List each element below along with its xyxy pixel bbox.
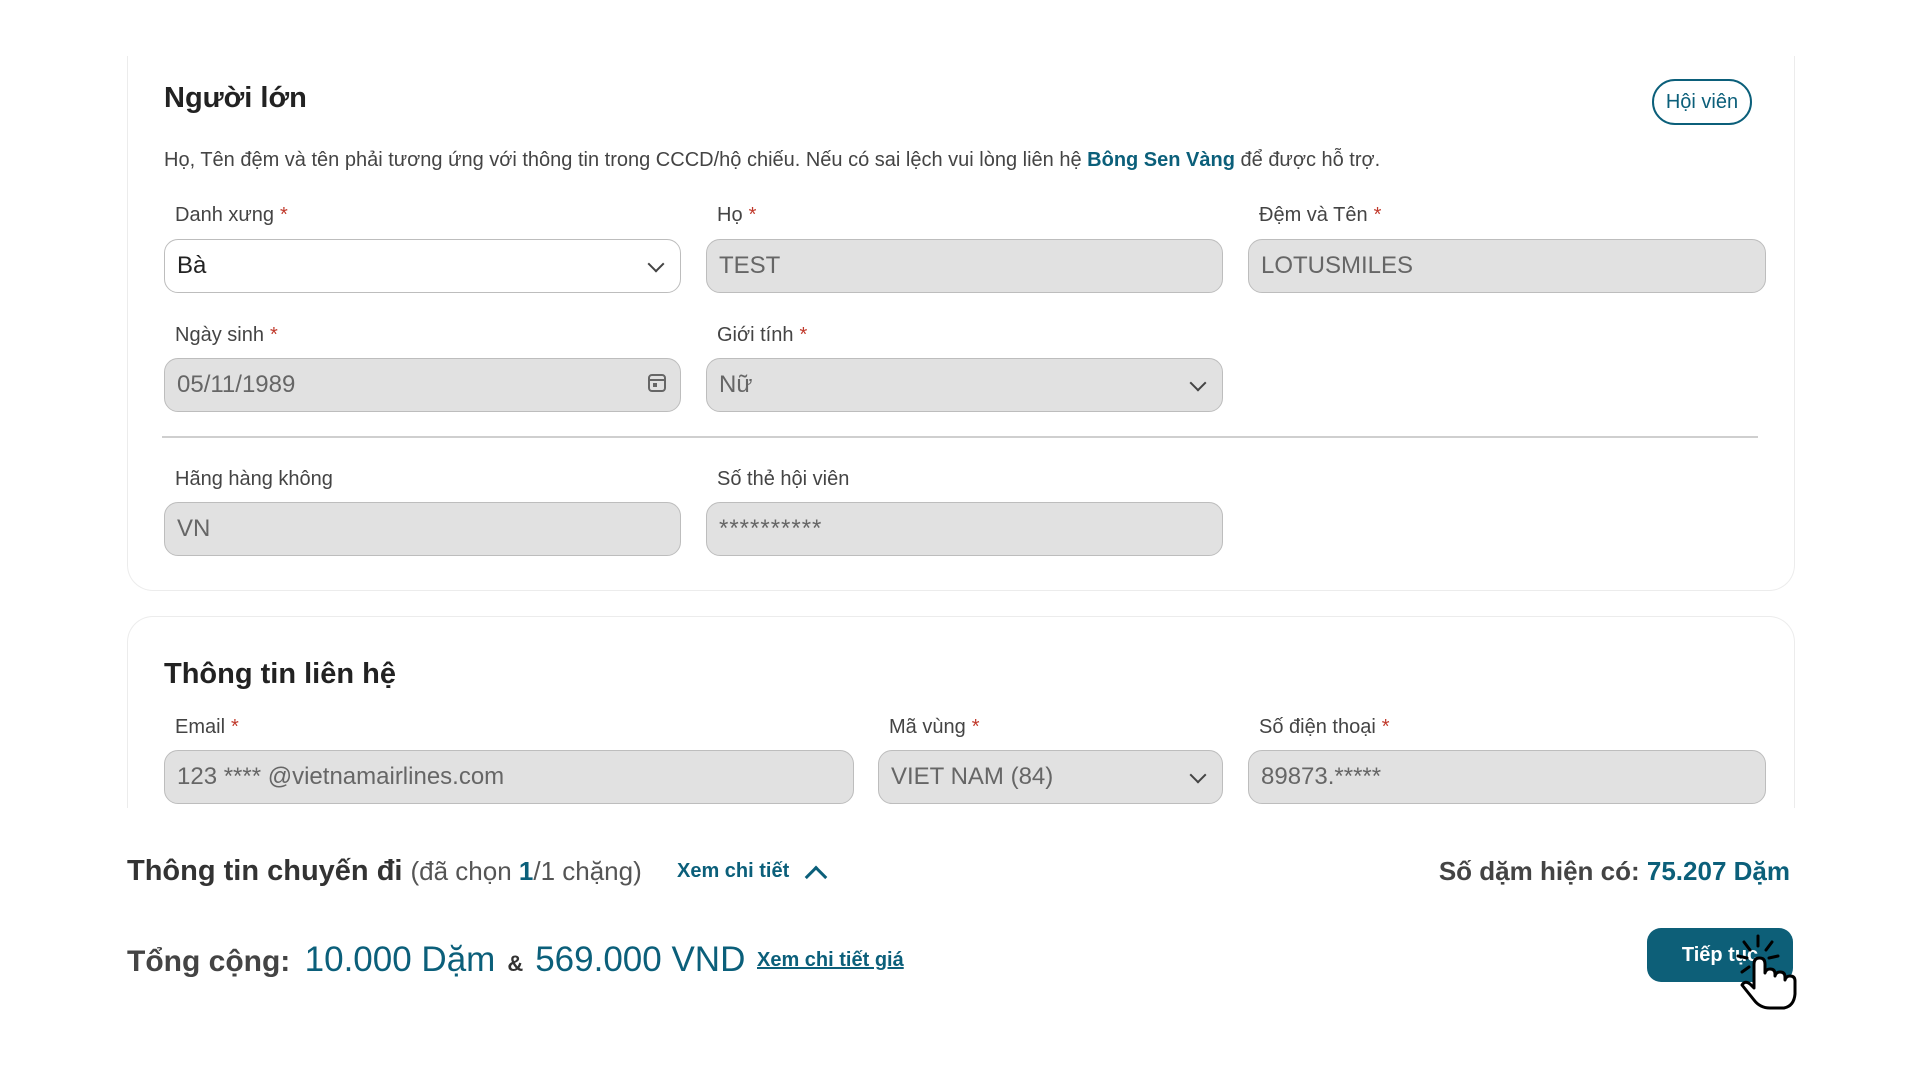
required-mark: * [280,204,288,226]
total-money: 569.000 VND [535,940,746,979]
member-number-label: Số thẻ hội viên [717,468,850,490]
dob-label-text: Ngày sinh [175,324,264,346]
chevron-down-icon [1189,374,1207,392]
area-code-label: Mã vùng * [889,716,980,739]
bong-sen-vang-link[interactable]: Bông Sen Vàng [1087,149,1235,171]
gender-label-text: Giới tính [717,324,794,346]
required-mark: * [748,204,757,226]
available-miles-label: Số dặm hiện có: [1438,856,1640,886]
area-code-select[interactable]: VIET NAM (84) [878,750,1223,804]
contact-section-title: Thông tin liên hệ [164,658,396,690]
email-label-text: Email [175,716,226,738]
salutation-label-text: Danh xưng [175,204,275,226]
phone-value: 89873.***** [1261,763,1382,790]
required-mark: * [971,716,980,738]
lastname-field[interactable]: TEST [706,239,1223,293]
chevron-down-icon [647,255,665,273]
trip-selected-info: (đã chọn 1/1 chặng) [410,856,641,886]
area-code-value: VIET NAM (84) [891,763,1054,790]
required-mark: * [1381,716,1390,738]
firstname-value: LOTUSMILES [1261,252,1414,279]
ampersand: & [507,951,524,976]
trip-info-title: Thông tin chuyến đi (đã chọn 1/1 chặng) [127,855,642,888]
lastname-label-text: Họ [717,204,743,226]
required-mark: * [269,324,278,346]
required-mark: * [1373,204,1382,226]
gender-value: Nữ [719,371,753,398]
gender-select[interactable]: Nữ [706,358,1223,412]
email-field[interactable]: 123 **** @vietnamairlines.com [164,750,854,804]
member-number-value: ********** [719,515,823,542]
trip-sub-prefix: (đã chọn [410,856,519,886]
area-code-label-text: Mã vùng [889,716,966,738]
trip-info-title-text: Thông tin chuyến đi [127,855,403,887]
section-divider [162,436,1758,438]
adult-section-title: Người lớn [164,82,307,114]
hand-cursor-icon [1736,934,1797,1010]
chevron-down-icon [1189,766,1207,784]
dob-value: 05/11/1989 [177,371,296,398]
dob-field[interactable]: 05/11/1989 [164,358,681,412]
trip-sub-suffix: /1 chặng) [533,856,642,886]
name-note-prefix: Họ, Tên đệm và tên phải tương ứng với th… [164,149,1088,171]
email-label: Email * [175,716,239,739]
member-button[interactable]: Hội viên [1652,79,1752,125]
dob-label: Ngày sinh * [175,324,278,347]
view-detail-link[interactable]: Xem chi tiết [677,860,789,883]
phone-label-text: Số điện thoại [1259,716,1376,738]
price-detail-link[interactable]: Xem chi tiết giá [757,949,904,972]
firstname-label-text: Đệm và Tên [1259,204,1368,226]
airline-field[interactable]: VN [164,502,681,556]
lastname-value: TEST [719,252,781,279]
airline-label: Hãng hàng không [175,468,333,490]
firstname-field[interactable]: LOTUSMILES [1248,239,1766,293]
airline-value: VN [177,515,211,542]
required-mark: * [799,324,808,346]
trip-selected-count: 1 [518,856,534,886]
phone-label: Số điện thoại * [1259,716,1390,739]
member-number-field[interactable]: ********** [706,502,1223,556]
required-mark: * [231,716,239,738]
total-miles: 10.000 Dặm [304,940,496,979]
firstname-label: Đệm và Tên * [1259,204,1381,227]
total-line: Tổng cộng: 10.000 Dặm & 569.000 VND [127,940,751,980]
total-label: Tổng cộng: [127,945,291,978]
calendar-icon[interactable] [648,374,666,392]
salutation-label: Danh xưng * [175,204,288,227]
name-note-suffix: để được hỗ trợ. [1234,149,1381,171]
gender-label: Giới tính * [717,324,807,347]
salutation-value: Bà [177,252,207,279]
phone-field[interactable]: 89873.***** [1248,750,1766,804]
lastname-label: Họ * [717,204,756,227]
name-note: Họ, Tên đệm và tên phải tương ứng với th… [164,149,1380,172]
salutation-select[interactable]: Bà [164,239,681,293]
available-miles: Số dặm hiện có: 75.207 Dặm [1439,856,1790,887]
available-miles-value: 75.207 Dặm [1646,856,1790,886]
email-value: 123 **** @vietnamairlines.com [177,763,505,790]
